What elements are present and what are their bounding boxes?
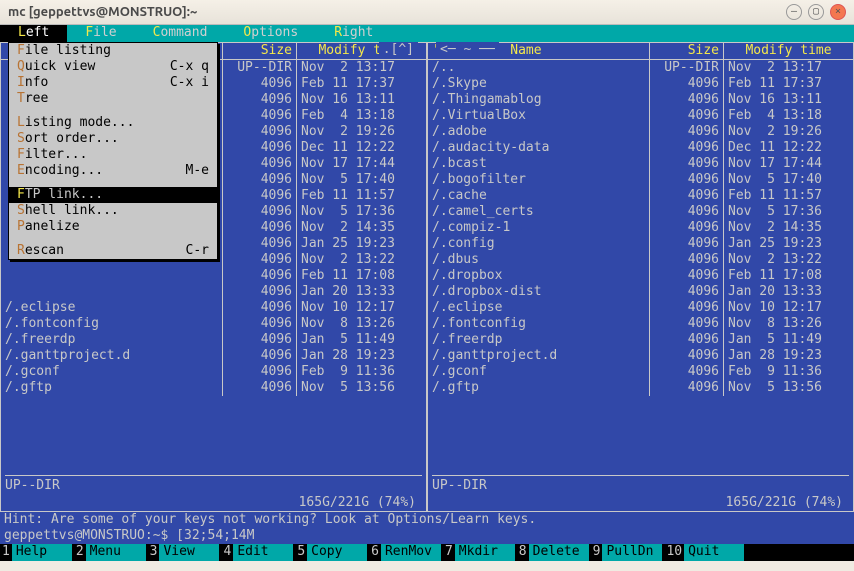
file-row[interactable]: /.bcast4096Nov 17 17:44: [428, 156, 853, 172]
file-row[interactable]: /.camel_certs4096Nov 5 17:36: [428, 204, 853, 220]
dropdown-item[interactable]: Panelize: [9, 219, 217, 235]
left-menu-dropdown[interactable]: File listing Quick viewC-x q InfoC-x i T…: [8, 42, 218, 260]
fnkey-9[interactable]: 9PullDn: [591, 544, 663, 561]
window-titlebar: mc [geppettvs@MONSTRUO]:~ – ▢ ×: [0, 0, 854, 25]
file-row[interactable]: /.dropbox4096Feb 11 17:08: [428, 268, 853, 284]
col-size[interactable]: Size: [649, 43, 723, 59]
dropdown-item[interactable]: FTP link...: [9, 187, 217, 203]
menubar[interactable]: LeftFileCommandOptionsRight: [0, 25, 854, 42]
menu-options[interactable]: Options: [225, 25, 316, 42]
fnkey-1[interactable]: 1Help: [0, 544, 72, 561]
fnkey-3[interactable]: 3View: [148, 544, 220, 561]
file-row[interactable]: /.freerdp4096Jan 5 11:49: [1, 332, 426, 348]
file-row[interactable]: /.config4096Jan 25 19:23: [428, 236, 853, 252]
dropdown-item[interactable]: Listing mode...: [9, 115, 217, 131]
dropdown-item[interactable]: Filter...: [9, 147, 217, 163]
fnkey-10[interactable]: 10Quit: [664, 544, 744, 561]
right-disk-usage: 165G/221G (74%): [726, 495, 843, 511]
maximize-icon[interactable]: ▢: [808, 4, 824, 20]
file-row[interactable]: /.ganttproject.d4096Jan 28 19:23: [428, 348, 853, 364]
dropdown-item[interactable]: Tree: [9, 91, 217, 107]
file-row[interactable]: /.bogofilter4096Nov 5 17:40: [428, 172, 853, 188]
fnkey-8[interactable]: 8Delete: [517, 544, 589, 561]
file-row[interactable]: /.gftp4096Nov 5 13:56: [428, 380, 853, 396]
dropdown-item[interactable]: Shell link...: [9, 203, 217, 219]
file-row[interactable]: /.Skype4096Feb 11 17:37: [428, 76, 853, 92]
shell-prompt[interactable]: geppettvs@MONSTRUO:~$ [32;54;14M: [0, 528, 854, 544]
menu-command[interactable]: Command: [135, 25, 226, 42]
file-row[interactable]: /.compiz-14096Nov 2 14:35: [428, 220, 853, 236]
file-row[interactable]: /..UP--DIRNov 2 13:17: [428, 60, 853, 76]
file-row[interactable]: /.adobe4096Nov 2 19:26: [428, 124, 853, 140]
file-row[interactable]: /.eclipse4096Nov 10 12:17: [428, 300, 853, 316]
dropdown-item[interactable]: InfoC-x i: [9, 75, 217, 91]
file-row[interactable]: /.dbus4096Nov 2 13:22: [428, 252, 853, 268]
file-row[interactable]: /.gconf4096Feb 9 11:36: [428, 364, 853, 380]
dropdown-item[interactable]: RescanC-r: [9, 243, 217, 259]
file-row[interactable]: /.cache4096Feb 11 11:57: [428, 188, 853, 204]
file-row[interactable]: /.gftp4096Nov 5 13:56: [1, 380, 426, 396]
minimize-icon[interactable]: –: [786, 4, 802, 20]
menu-left[interactable]: Left: [0, 25, 67, 42]
window-title: mc [geppettvs@MONSTRUO]:~: [8, 4, 786, 20]
fnkey-7[interactable]: 7Mkdir: [443, 544, 515, 561]
file-row[interactable]: 4096Jan 20 13:33: [1, 284, 426, 300]
fnkey-4[interactable]: 4Edit: [221, 544, 293, 561]
file-row[interactable]: /.ganttproject.d4096Jan 28 19:23: [1, 348, 426, 364]
fnkey-5[interactable]: 5Copy: [295, 544, 367, 561]
file-row[interactable]: /.Thingamablog4096Nov 16 13:11: [428, 92, 853, 108]
right-panel[interactable]: <─ ~ ── 'n Name Size Modify time /..UP--…: [427, 42, 854, 512]
dropdown-item[interactable]: Quick viewC-x q: [9, 59, 217, 75]
right-panel-title: <─ ~ ──: [436, 42, 499, 58]
function-key-bar[interactable]: 1Help2Menu3View4Edit5Copy6RenMov7Mkdir8D…: [0, 544, 854, 561]
col-size[interactable]: Size: [222, 43, 296, 59]
dropdown-item[interactable]: Sort order...: [9, 131, 217, 147]
dropdown-item[interactable]: Encoding...M-e: [9, 163, 217, 179]
close-icon[interactable]: ×: [830, 4, 846, 20]
file-row[interactable]: /.VirtualBox4096Feb 4 13:18: [428, 108, 853, 124]
right-status-line: UP--DIR: [432, 475, 849, 494]
left-panel-title: .[^]: [379, 42, 418, 58]
file-row[interactable]: /.audacity-data4096Dec 11 12:22: [428, 140, 853, 156]
file-row[interactable]: /.fontconfig4096Nov 8 13:26: [1, 316, 426, 332]
file-row[interactable]: 4096Feb 11 17:08: [1, 268, 426, 284]
hint-line: Hint: Are some of your keys not working?…: [0, 512, 854, 528]
fnkey-2[interactable]: 2Menu: [74, 544, 146, 561]
file-row[interactable]: /.dropbox-dist4096Jan 20 13:33: [428, 284, 853, 300]
dropdown-item[interactable]: File listing: [9, 43, 217, 59]
menu-file[interactable]: File: [67, 25, 134, 42]
terminal-area: LeftFileCommandOptionsRight File listing…: [0, 25, 854, 571]
file-row[interactable]: /.eclipse4096Nov 10 12:17: [1, 300, 426, 316]
fnkey-6[interactable]: 6RenMov: [369, 544, 441, 561]
file-row[interactable]: /.freerdp4096Jan 5 11:49: [428, 332, 853, 348]
menu-right[interactable]: Right: [316, 25, 391, 42]
left-disk-usage: 165G/221G (74%): [299, 495, 416, 511]
col-mtime[interactable]: Modify time: [723, 43, 853, 59]
file-row[interactable]: /.gconf4096Feb 9 11:36: [1, 364, 426, 380]
left-status-line: UP--DIR: [5, 475, 422, 494]
file-row[interactable]: /.fontconfig4096Nov 8 13:26: [428, 316, 853, 332]
